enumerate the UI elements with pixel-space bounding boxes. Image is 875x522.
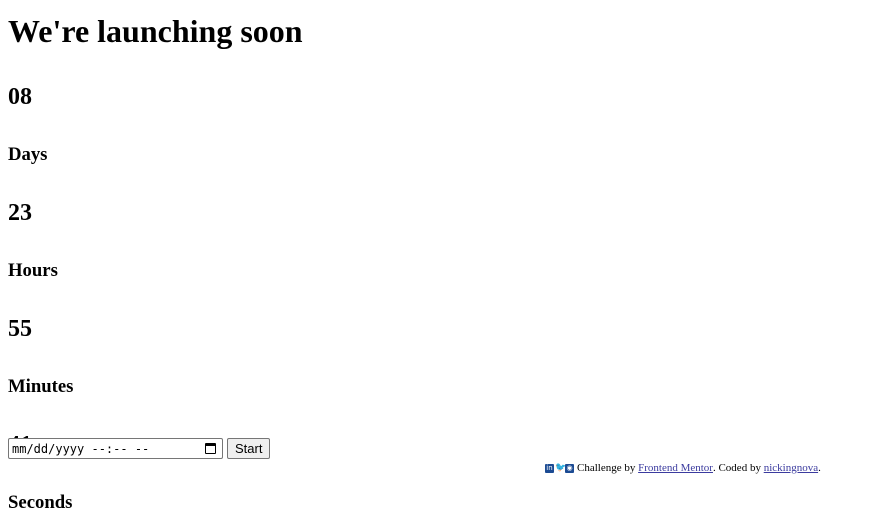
page-title: We're launching soon: [8, 13, 303, 49]
attribution-prefix: Challenge by: [577, 462, 636, 474]
attribution-middle: . Coded by: [712, 462, 761, 474]
datetime-input[interactable]: mm/dd/yyyy --:-- --: [8, 438, 223, 459]
start-button[interactable]: Start: [227, 438, 271, 459]
frontend-mentor-link[interactable]: Frontend Mentor: [638, 462, 713, 475]
attribution-suffix: .: [818, 462, 821, 474]
social-icons: in 🐦 ◉: [545, 464, 574, 473]
days-value: 08: [8, 84, 32, 110]
countdown-minutes: 55 Minutes: [8, 315, 867, 398]
minutes-value: 55: [8, 316, 32, 342]
countdown-controls: mm/dd/yyyy --:-- -- Start: [8, 438, 271, 459]
author-link[interactable]: nickingnova: [764, 462, 818, 475]
minutes-label: Minutes: [8, 376, 74, 397]
seconds-label: Seconds: [8, 492, 73, 513]
countdown-hours: 23 Hours: [8, 199, 867, 282]
hours-value: 23: [8, 200, 32, 226]
days-label: Days: [8, 144, 48, 165]
twitter-icon[interactable]: 🐦: [555, 464, 566, 473]
calendar-icon[interactable]: [205, 443, 216, 454]
datetime-placeholder: mm/dd/yyyy --:-- --: [12, 441, 150, 456]
linkedin-icon[interactable]: in: [545, 464, 554, 473]
hours-label: Hours: [8, 260, 58, 281]
github-icon[interactable]: ◉: [565, 464, 574, 473]
countdown-days: 08 Days: [8, 83, 867, 166]
attribution: in 🐦 ◉ Challenge by Frontend Mentor. Cod…: [545, 462, 821, 475]
